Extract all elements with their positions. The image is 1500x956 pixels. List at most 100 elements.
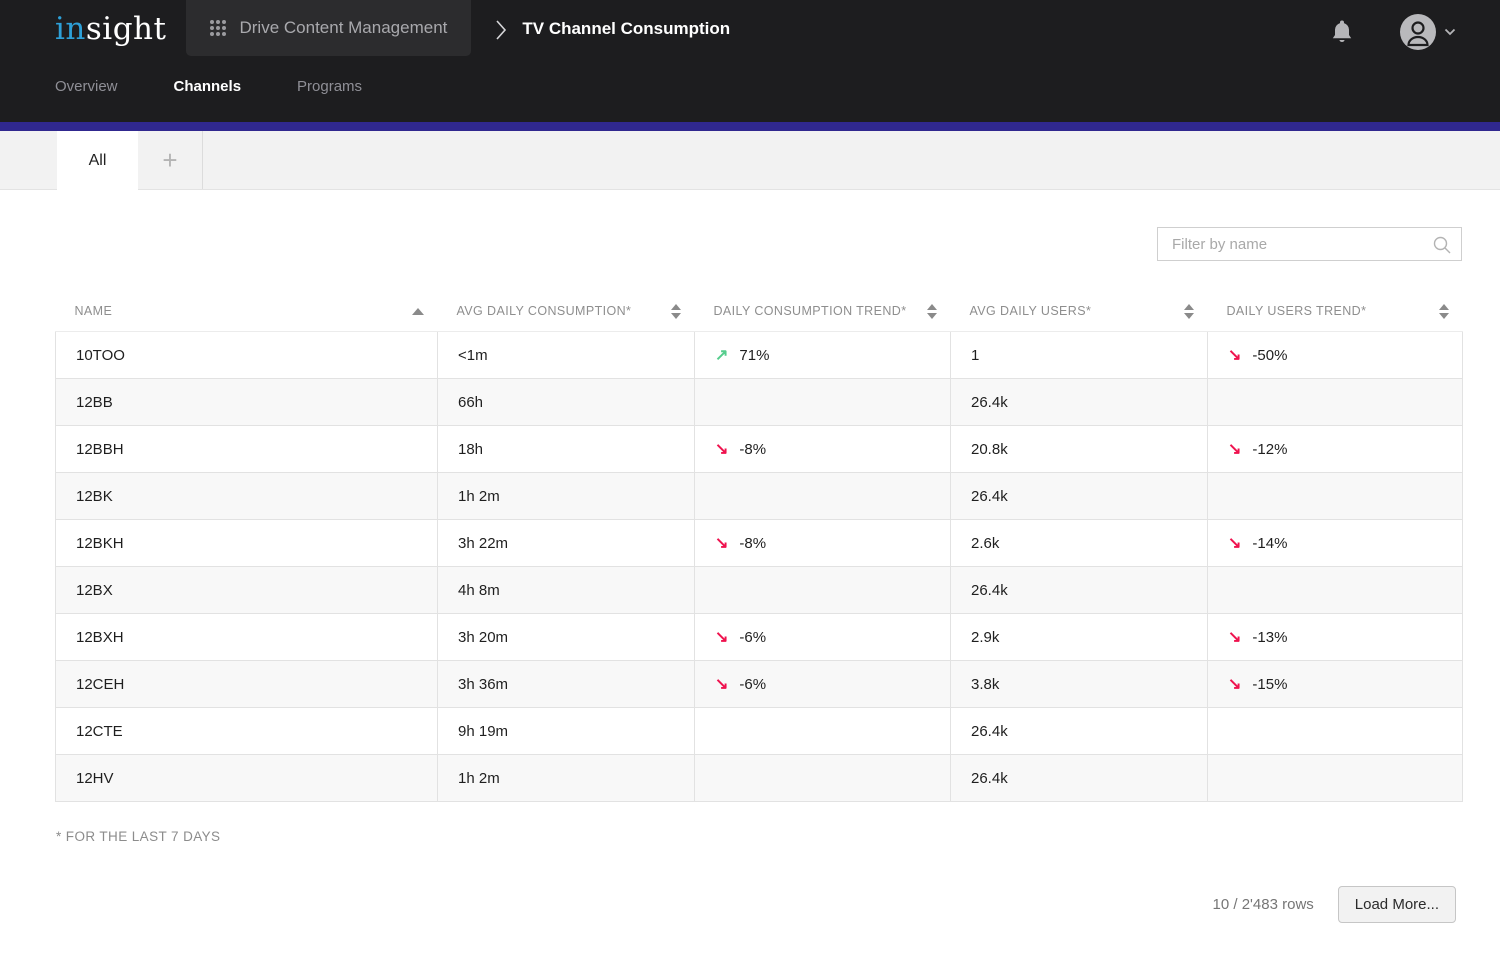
- table-row[interactable]: 12BXH 3h 20m ↘-6% 2.9k ↘-13%: [56, 614, 1463, 661]
- cell-users-trend: [1208, 755, 1463, 802]
- trend-down-icon: ↘: [1228, 629, 1241, 646]
- cell-users: 26.4k: [951, 567, 1208, 614]
- cell-consumption-trend: ↘-8%: [695, 426, 951, 473]
- cell-name: 12BKH: [56, 520, 438, 567]
- table-row[interactable]: 12BK 1h 2m 26.4k: [56, 473, 1463, 520]
- table-row[interactable]: 10TOO <1m ↗71% 1 ↘-50%: [56, 332, 1463, 379]
- rows-count: 10 / 2'483 rows: [1213, 896, 1314, 913]
- cell-consumption: 4h 8m: [438, 567, 695, 614]
- trend-value: -13%: [1252, 629, 1287, 646]
- cell-name: 12CEH: [56, 661, 438, 708]
- cell-users: 26.4k: [951, 755, 1208, 802]
- trend-down-icon: ↘: [1228, 347, 1241, 364]
- table-body: 10TOO <1m ↗71% 1 ↘-50% 12BB 66h 26.4k 12…: [56, 332, 1463, 802]
- page-title: TV Channel Consumption: [522, 19, 730, 39]
- trend-value: -50%: [1252, 347, 1287, 364]
- sort-ascending-icon: [412, 308, 424, 315]
- trend-value: -6%: [739, 629, 766, 646]
- cell-name: 12BBH: [56, 426, 438, 473]
- app-header: insight Drive Content Management TV Chan…: [0, 0, 1500, 122]
- cell-users: 1: [951, 332, 1208, 379]
- sort-toggle-icon: [671, 304, 681, 319]
- pagination: 10 / 2'483 rows Load More...: [0, 886, 1456, 923]
- trend-value: -14%: [1252, 535, 1287, 552]
- channels-table-wrap: NAME AVG DAILY CONSUMPTION* DAILY CONSUM…: [55, 291, 1462, 802]
- table-row[interactable]: 12BX 4h 8m 26.4k: [56, 567, 1463, 614]
- chevron-down-icon: [1444, 28, 1456, 36]
- cell-consumption-trend: [695, 567, 951, 614]
- content: NAME AVG DAILY CONSUMPTION* DAILY CONSUM…: [0, 190, 1500, 923]
- table-header-row: NAME AVG DAILY CONSUMPTION* DAILY CONSUM…: [56, 291, 1463, 332]
- cell-users-trend: [1208, 379, 1463, 426]
- cell-name: 12BB: [56, 379, 438, 426]
- table-row[interactable]: 12HV 1h 2m 26.4k: [56, 755, 1463, 802]
- sort-toggle-icon: [1184, 304, 1194, 319]
- cell-consumption-trend: [695, 473, 951, 520]
- column-header-daily-users-trend[interactable]: DAILY USERS TREND*: [1208, 291, 1463, 332]
- bell-icon: [1330, 19, 1354, 45]
- grid-icon: [210, 20, 226, 36]
- logo-suffix: sight: [86, 11, 167, 47]
- table-row[interactable]: 12BKH 3h 22m ↘-8% 2.6k ↘-14%: [56, 520, 1463, 567]
- app-switcher-button[interactable]: Drive Content Management: [186, 0, 471, 56]
- cell-users-trend: [1208, 473, 1463, 520]
- cell-consumption: 66h: [438, 379, 695, 426]
- tab-strip: All +: [0, 131, 1500, 190]
- cell-users-trend: ↘ -14%: [1208, 520, 1463, 567]
- column-header-avg-daily-users[interactable]: AVG DAILY USERS*: [951, 291, 1208, 332]
- sort-toggle-icon: [927, 304, 937, 319]
- cell-consumption-trend: [695, 755, 951, 802]
- trend-up-icon: ↗: [715, 347, 728, 364]
- cell-users: 2.9k: [951, 614, 1208, 661]
- nav-item-overview[interactable]: Overview: [55, 78, 118, 95]
- cell-consumption-trend: ↘ -6%: [695, 614, 951, 661]
- cell-users-trend: ↘ -12%: [1208, 426, 1463, 473]
- trend-down-icon: ↘: [715, 629, 728, 646]
- cell-users: 20.8k: [951, 426, 1208, 473]
- nav-item-channels[interactable]: Channels: [174, 78, 242, 95]
- table-row[interactable]: 12BBH 18h ↘-8% 20.8k ↘ -12%: [56, 426, 1463, 473]
- header-right: [1330, 0, 1500, 50]
- load-more-button[interactable]: Load More...: [1338, 886, 1456, 923]
- cell-consumption: <1m: [438, 332, 695, 379]
- footnote: * FOR THE LAST 7 DAYS: [56, 829, 1500, 844]
- table-row[interactable]: 12CTE 9h 19m 26.4k: [56, 708, 1463, 755]
- filter-row: [0, 190, 1500, 261]
- add-tab-button[interactable]: +: [138, 131, 203, 189]
- cell-consumption: 18h: [438, 426, 695, 473]
- cell-consumption-trend: [695, 379, 951, 426]
- column-header-avg-daily-consumption[interactable]: AVG DAILY CONSUMPTION*: [438, 291, 695, 332]
- trend-down-icon: ↘: [715, 676, 728, 693]
- cell-users-trend: [1208, 567, 1463, 614]
- table-row[interactable]: 12BB 66h 26.4k: [56, 379, 1463, 426]
- sort-toggle-icon: [1439, 304, 1449, 319]
- avatar-icon: [1400, 14, 1436, 50]
- column-header-daily-consumption-trend[interactable]: DAILY CONSUMPTION TREND*: [695, 291, 951, 332]
- table-row[interactable]: 12CEH 3h 36m ↘-6% 3.8k ↘-15%: [56, 661, 1463, 708]
- chevron-right-icon: [495, 18, 507, 47]
- cell-users-trend: [1208, 708, 1463, 755]
- cell-users: 26.4k: [951, 708, 1208, 755]
- filter-input[interactable]: [1158, 228, 1461, 260]
- trend-down-icon: ↘: [1228, 441, 1241, 458]
- channels-table: NAME AVG DAILY CONSUMPTION* DAILY CONSUM…: [55, 291, 1463, 802]
- cell-consumption: 1h 2m: [438, 473, 695, 520]
- trend-down-icon: ↘: [1228, 535, 1241, 552]
- cell-users: 26.4k: [951, 473, 1208, 520]
- column-header-name[interactable]: NAME: [56, 291, 438, 332]
- cell-consumption: 3h 20m: [438, 614, 695, 661]
- cell-consumption-trend: ↘-8%: [695, 520, 951, 567]
- trend-value: -12%: [1252, 441, 1287, 458]
- account-menu-button[interactable]: [1400, 14, 1456, 50]
- nav-item-programs[interactable]: Programs: [297, 78, 362, 95]
- cell-users: 26.4k: [951, 379, 1208, 426]
- cell-consumption-trend: ↗71%: [695, 332, 951, 379]
- cell-consumption: 3h 22m: [438, 520, 695, 567]
- cell-users-trend: ↘ -50%: [1208, 332, 1463, 379]
- tab-all[interactable]: All: [57, 131, 138, 190]
- trend-down-icon: ↘: [1228, 676, 1241, 693]
- trend-value: -8%: [739, 535, 766, 552]
- cell-consumption: 1h 2m: [438, 755, 695, 802]
- notifications-button[interactable]: [1330, 19, 1354, 45]
- trend-down-icon: ↘: [715, 441, 728, 458]
